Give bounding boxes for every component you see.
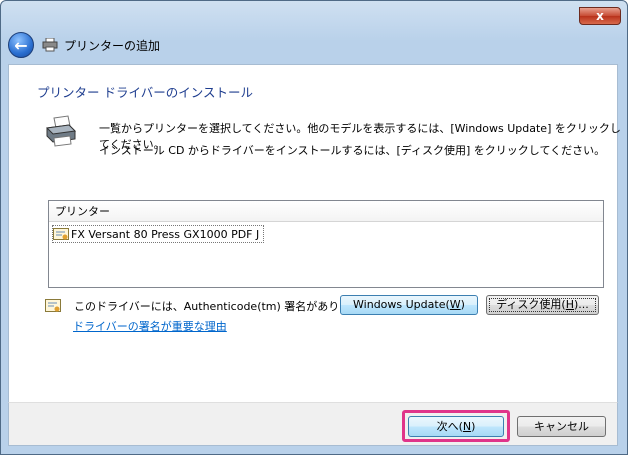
window-title: プリンターの追加 xyxy=(64,38,161,53)
page-title: プリンター ドライバーのインストール xyxy=(37,85,253,100)
back-button[interactable]: ← xyxy=(8,32,34,58)
cancel-button[interactable]: キャンセル xyxy=(517,416,606,437)
access-key: W xyxy=(449,298,461,311)
focus-rect xyxy=(489,298,596,312)
access-key: N xyxy=(462,420,472,433)
printer-icon xyxy=(45,115,77,147)
list-header[interactable]: プリンター xyxy=(49,201,603,222)
title-bar: ← プリンターの追加 xyxy=(8,30,408,60)
windows-update-button[interactable]: Windows Update(W) xyxy=(340,295,478,315)
next-label: 次へ( xyxy=(436,420,463,433)
next-button[interactable]: 次へ(N) xyxy=(408,416,504,437)
printer-listbox[interactable]: プリンター FX Versant 80 Press GX1000 PDF J xyxy=(48,200,604,288)
close-icon: x xyxy=(596,9,604,23)
paren-close: ) xyxy=(460,298,465,311)
close-button[interactable]: x xyxy=(579,7,621,25)
back-arrow-icon: ← xyxy=(14,35,28,55)
have-disk-button[interactable]: ディスク使用(H)... xyxy=(486,295,599,315)
windows-update-label: Windows Update( xyxy=(353,298,450,311)
certificate-icon xyxy=(53,228,69,240)
printer-icon xyxy=(42,38,58,52)
instruction-text: インストール CD からドライバーをインストールするには、[ディスク使用] をク… xyxy=(99,144,606,157)
signature-status: このドライバーには、Authenticode(tm) 署名があります。 xyxy=(74,300,372,313)
list-item-label: FX Versant 80 Press GX1000 PDF J xyxy=(71,227,260,241)
list-item[interactable]: FX Versant 80 Press GX1000 PDF J xyxy=(52,225,265,243)
shield-icon xyxy=(45,299,61,312)
signature-info-link[interactable]: ドライバーの署名が重要な理由 xyxy=(73,318,227,334)
paren-close: ) xyxy=(471,420,476,433)
